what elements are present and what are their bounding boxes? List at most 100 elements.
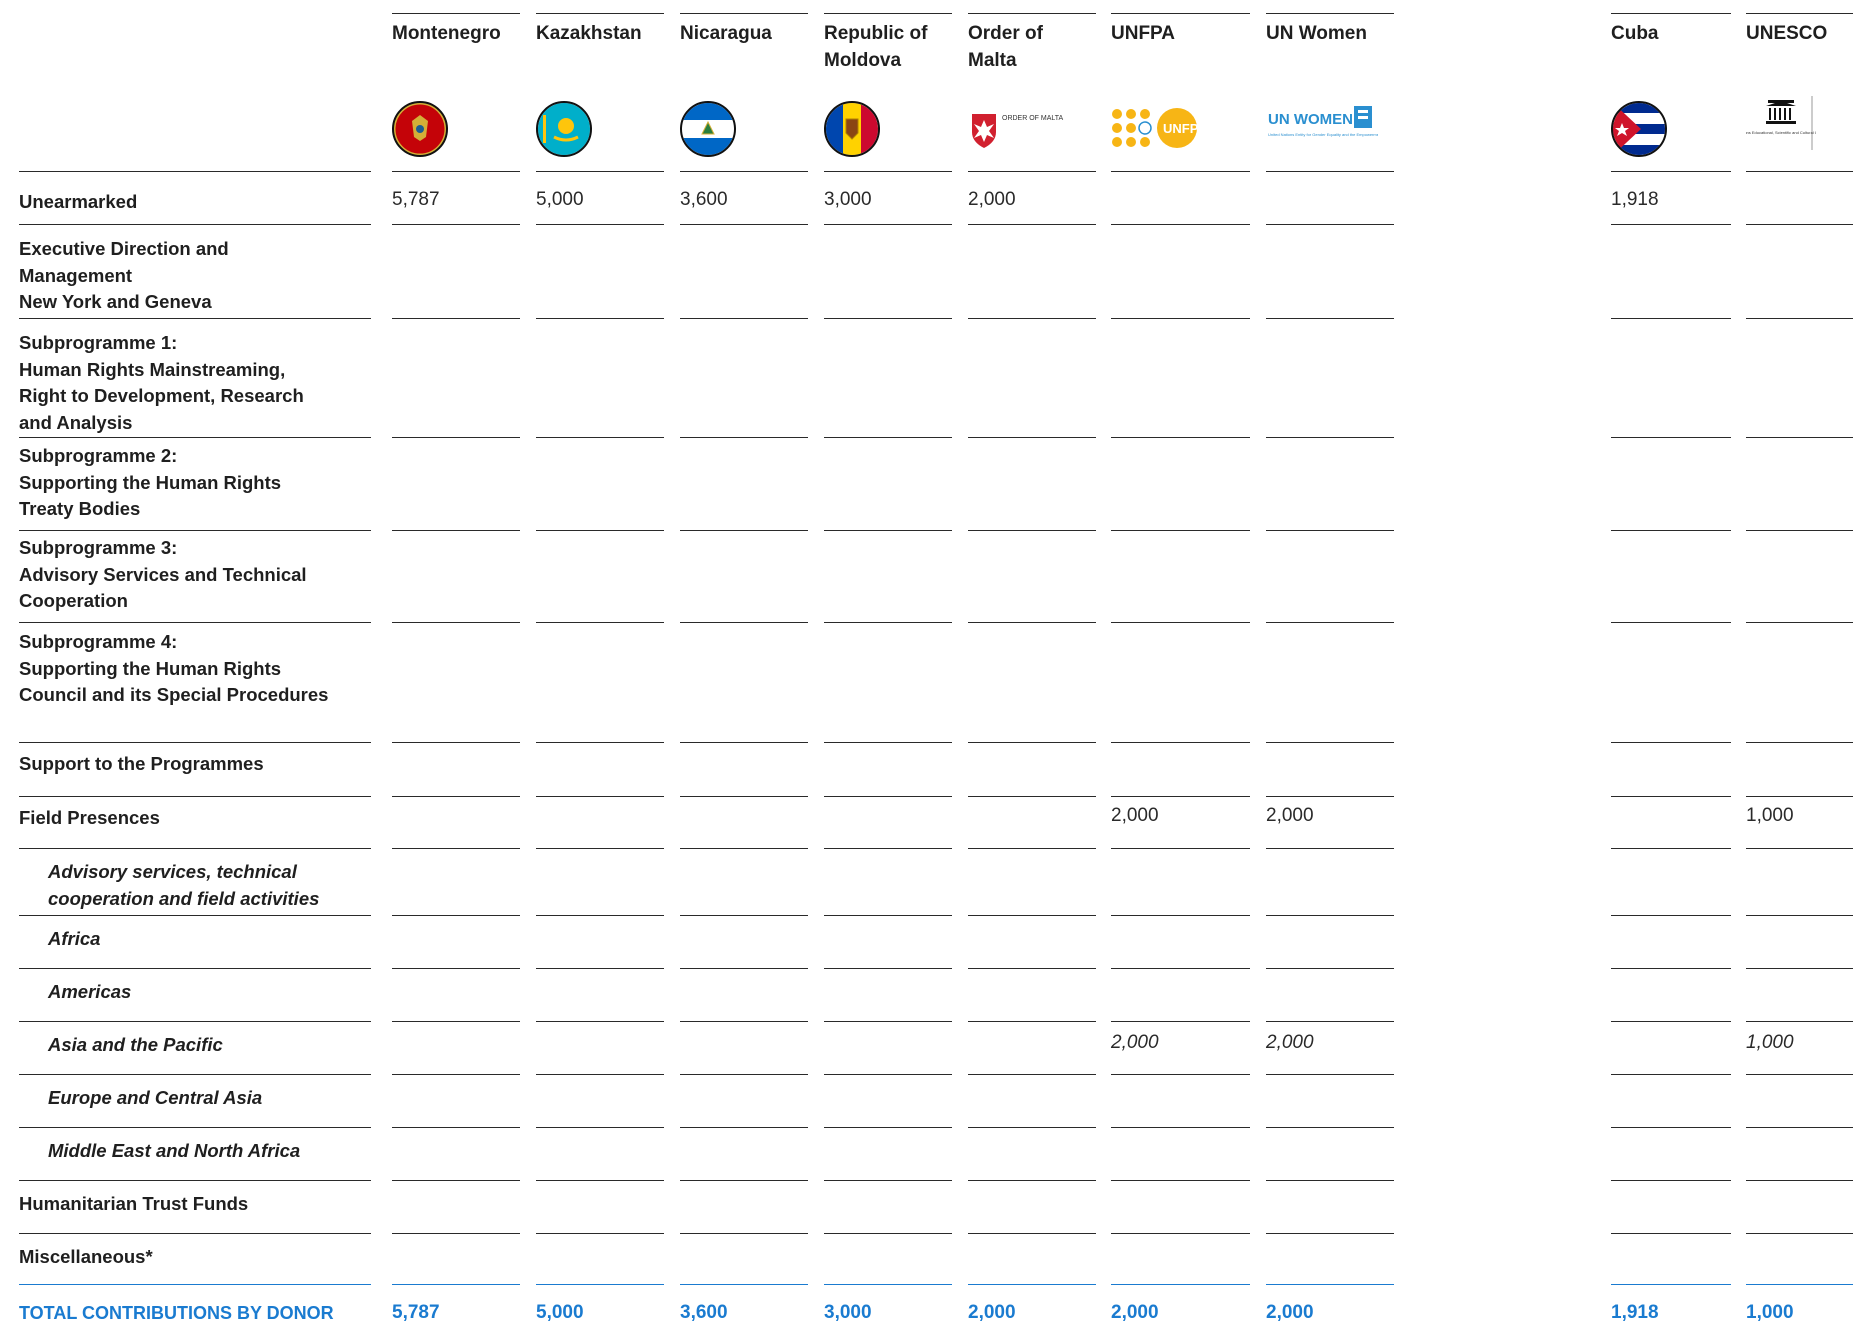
column-top-rule (1266, 13, 1394, 14)
row-rule (1111, 1074, 1250, 1075)
row-rule (19, 1233, 371, 1234)
total-value: 2,000 (1266, 1302, 1314, 1323)
row-rule (1111, 848, 1250, 849)
row-rule (1746, 1180, 1853, 1181)
row-rule (19, 742, 371, 743)
row-rule (968, 224, 1096, 225)
column-header: UNFPA (1111, 23, 1176, 44)
row-rule (968, 796, 1096, 797)
header-bottom-rule (1611, 171, 1731, 172)
row-rule (19, 224, 371, 225)
row-rule (1611, 1074, 1731, 1075)
row-rule (1746, 968, 1853, 969)
row-rule (392, 622, 520, 623)
nicaragua-flag-icon (680, 101, 736, 157)
row-rule (1266, 742, 1394, 743)
svg-text:United Nations Entity for Gend: United Nations Entity for Gender Equalit… (1268, 132, 1378, 137)
value-cell: 3,600 (680, 189, 728, 210)
row-rule (680, 1021, 808, 1022)
row-rule (392, 530, 520, 531)
row-rule (536, 1180, 664, 1181)
row-rule (1611, 1180, 1731, 1181)
row-rule (1266, 1074, 1394, 1075)
row-rule (1746, 1233, 1853, 1234)
row-rule (968, 1127, 1096, 1128)
total-rule (680, 1284, 808, 1285)
row-rule (536, 530, 664, 531)
row-rule (1266, 530, 1394, 531)
row-rule (824, 968, 952, 969)
row-rule (824, 1180, 952, 1181)
row-rule (968, 848, 1096, 849)
row-rule (1611, 796, 1731, 797)
row-rule (1111, 224, 1250, 225)
row-rule (392, 1074, 520, 1075)
value-cell: 2,000 (1111, 805, 1159, 826)
row-label: Africa (48, 928, 101, 949)
row-rule (1111, 1233, 1250, 1234)
row-rule (1611, 1233, 1731, 1234)
row-rule (968, 437, 1096, 438)
value-cell: 2,000 (968, 189, 1016, 210)
total-value: 1,918 (1611, 1302, 1659, 1323)
row-rule (1111, 1021, 1250, 1022)
row-rule (1746, 1074, 1853, 1075)
row-rule (824, 796, 952, 797)
row-rule (1266, 915, 1394, 916)
unesco-logo: United Nations Educational, Scientific a… (1725, 96, 1837, 150)
header-bottom-rule (19, 171, 371, 172)
total-rule (392, 1284, 520, 1285)
row-rule (1611, 622, 1731, 623)
total-value: 3,000 (824, 1302, 872, 1323)
row-rule (19, 848, 371, 849)
row-rule (968, 1021, 1096, 1022)
row-label: Miscellaneous* (19, 1246, 153, 1267)
row-label: Subprogramme 1: Human Rights Mainstreamin… (19, 332, 304, 433)
row-label: Subprogramme 2: Supporting the Human Righ… (19, 445, 282, 519)
row-rule (824, 1074, 952, 1075)
total-rule (1611, 1284, 1731, 1285)
row-rule (1266, 1127, 1394, 1128)
row-label: Unearmarked (19, 191, 138, 212)
header-bottom-rule (1266, 171, 1394, 172)
un-women-logo: UN WOMEN United Nations Entity for Gender… (1266, 102, 1402, 156)
total-rule (1746, 1284, 1853, 1285)
column-header: Kazakhstan (536, 23, 642, 44)
row-rule (1746, 622, 1853, 623)
total-rule (824, 1284, 952, 1285)
row-rule (968, 318, 1096, 319)
row-rule (824, 1233, 952, 1234)
row-rule (824, 1127, 952, 1128)
row-rule (1266, 1021, 1394, 1022)
row-rule (19, 968, 371, 969)
row-rule (392, 318, 520, 319)
row-rule (19, 915, 371, 916)
row-rule (536, 1233, 664, 1234)
row-rule (968, 968, 1096, 969)
row-rule (968, 622, 1096, 623)
row-rule (1746, 530, 1853, 531)
column-header: Nicaragua (680, 23, 772, 44)
row-rule (536, 318, 664, 319)
row-rule (680, 318, 808, 319)
row-rule (824, 742, 952, 743)
row-rule (1611, 968, 1731, 969)
row-rule (1746, 915, 1853, 916)
row-rule (1611, 742, 1731, 743)
row-label: Advisory services, technical cooperation … (48, 861, 320, 909)
row-rule (968, 1233, 1096, 1234)
column-header: Order of Malta (968, 23, 1043, 71)
row-rule (392, 848, 520, 849)
kazakhstan-flag-icon (536, 101, 592, 157)
svg-text:UNFPA: UNFPA (1163, 121, 1207, 136)
row-rule (824, 622, 952, 623)
row-rule (824, 224, 952, 225)
row-label: Executive Direction and Management New Yor… (19, 238, 229, 312)
row-rule (536, 622, 664, 623)
value-cell: 1,000 (1746, 805, 1794, 826)
row-rule (536, 796, 664, 797)
row-rule (680, 1180, 808, 1181)
row-rule (824, 1021, 952, 1022)
total-value: 3,600 (680, 1302, 728, 1323)
column-header: UN Women (1266, 23, 1367, 44)
